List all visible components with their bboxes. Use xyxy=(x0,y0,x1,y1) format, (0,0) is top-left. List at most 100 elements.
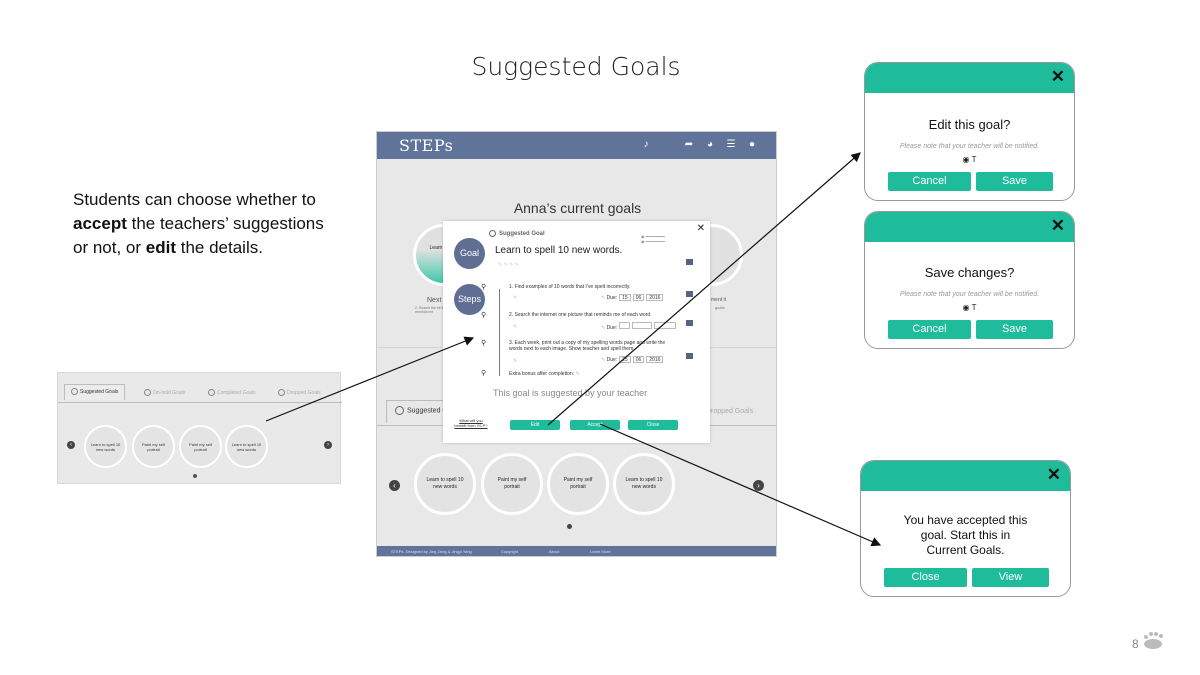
play-icon xyxy=(489,230,496,237)
eye-icon: ◉ xyxy=(962,303,970,312)
goal-text[interactable]: Learn to spell 10 new words. xyxy=(495,245,622,256)
goal-circle[interactable]: Paint my self portrait xyxy=(547,453,609,515)
save-button[interactable]: Save xyxy=(976,320,1053,339)
right-text: ment it xyxy=(711,297,727,303)
comment-icon[interactable] xyxy=(686,353,693,359)
close-icon[interactable]: ✕ xyxy=(697,223,705,234)
tab-label: Completed Goals xyxy=(217,389,256,396)
due-day[interactable]: 25 xyxy=(619,356,631,363)
goal-circle[interactable]: Learn to spell 10 new words xyxy=(414,453,476,515)
view-button[interactable]: View xyxy=(972,568,1049,587)
due-date[interactable]: ✎ Due: xyxy=(601,322,677,331)
due-year[interactable]: 2016 xyxy=(646,294,664,301)
goal-circle[interactable]: Paint my self portrait xyxy=(179,425,222,468)
goal-circle[interactable]: Learn to spell 10 new words xyxy=(613,453,675,515)
extra-bonus[interactable]: Extra bonus after completion: ✎ xyxy=(509,371,674,377)
pencil-icon[interactable]: ✎ xyxy=(575,371,579,377)
modal-label-text: Suggested Goal xyxy=(499,231,545,238)
chevron-right-icon[interactable]: › xyxy=(324,441,332,449)
chevron-right-icon[interactable]: › xyxy=(753,480,764,491)
app-header: STEPs ♪ ➦ ◕ ☰ ● xyxy=(377,132,776,159)
visibility-toggle[interactable]: ◉ T xyxy=(865,155,1074,164)
tab-on-hold-goals[interactable]: On-hold Goals xyxy=(144,389,185,396)
pencil-icon: ✎ xyxy=(601,325,606,331)
dialog-message-line2: goal. Start this in xyxy=(920,528,1011,542)
due-year[interactable] xyxy=(654,322,677,329)
tab-dropped-goals[interactable]: Dropped Goals xyxy=(278,389,321,396)
visibility-toggle[interactable]: ◉ T xyxy=(865,303,1074,312)
desc-edit: edit xyxy=(145,238,176,257)
save-button[interactable]: Save xyxy=(976,172,1053,191)
chevron-left-icon[interactable]: ‹ xyxy=(389,480,400,491)
pencil-icon[interactable]: ✎ xyxy=(513,295,517,301)
pagination-dot[interactable] xyxy=(193,474,197,478)
edit-button[interactable]: Edit xyxy=(510,420,560,430)
goal-circle[interactable]: Learn to spell 10 new words xyxy=(225,425,268,468)
footer-credit: STEPs. Designed by Jing Zeng & Jingyi Ya… xyxy=(391,549,472,554)
goal-circle[interactable]: Learn to spell 10 new words xyxy=(84,425,127,468)
x-icon xyxy=(278,389,285,396)
goal-circle[interactable]: Paint my self portrait xyxy=(132,425,175,468)
cancel-button[interactable]: Cancel xyxy=(888,172,971,191)
dialog-message-line3: Current Goals. xyxy=(926,543,1005,557)
chevron-left-icon[interactable]: ‹ xyxy=(67,441,75,449)
tab-dropped-goals[interactable]: Dropped Goals xyxy=(706,408,753,415)
comment-icon[interactable] xyxy=(686,291,693,297)
goal-circle[interactable]: Paint my self portrait xyxy=(481,453,543,515)
accept-button[interactable]: Accept xyxy=(570,420,620,430)
comment-icon[interactable] xyxy=(686,320,693,326)
desc-accept: accept xyxy=(73,214,127,233)
cancel-button[interactable]: Cancel xyxy=(888,320,971,339)
user-icon[interactable]: ● xyxy=(746,139,758,151)
visibility-toggles[interactable]: ◉ ━━━━━━━━ ◉ ━━━━━━━━ xyxy=(641,234,665,244)
tab-completed-goals[interactable]: Completed Goals xyxy=(208,389,256,396)
close-button[interactable]: Close xyxy=(628,420,678,430)
dialog-note: Please note that your teacher will be no… xyxy=(899,143,1040,150)
pie-chart-icon[interactable]: ◕ xyxy=(704,139,716,151)
bell-icon[interactable]: ♪ xyxy=(640,139,652,151)
step-text[interactable]: 3. Each week, print out a copy of my spe… xyxy=(509,340,674,352)
pagination-dot[interactable] xyxy=(567,524,572,529)
close-icon[interactable]: ✕ xyxy=(1051,216,1065,236)
pin-icon: ⚲ xyxy=(481,370,487,377)
due-month[interactable] xyxy=(632,322,653,329)
tab-suggested-goals[interactable]: Suggested Goals xyxy=(64,384,126,400)
next-step-text: Next xyxy=(427,297,442,304)
due-date[interactable]: ✎ Due: 25 06 2016 xyxy=(601,356,664,363)
step-text[interactable]: 1. Find examples of 10 words that I’ve s… xyxy=(509,284,674,290)
dialog-note: Please note that your teacher will be no… xyxy=(899,291,1040,298)
eye-icon: ◉ xyxy=(962,155,970,164)
pin-icon: ⚲ xyxy=(481,312,487,319)
footer-learn-more-link[interactable]: Learn More xyxy=(590,549,610,554)
desc-text: Students can choose whether to xyxy=(73,190,316,209)
pencil-icon[interactable]: ✎ ✎ ✎ ✎ xyxy=(498,262,519,268)
comment-icon[interactable] xyxy=(686,259,693,265)
share-icon[interactable]: ➦ xyxy=(683,139,695,151)
thumbnail-tabs: Suggested Goals On-hold Goals Completed … xyxy=(58,384,342,403)
pencil-icon[interactable]: ✎ xyxy=(513,324,517,330)
benefit-link[interactable]: What will you benefit from IYLP? xyxy=(453,418,489,428)
footer-copyright-link[interactable]: Copyright xyxy=(501,549,518,554)
close-button[interactable]: Close xyxy=(884,568,967,587)
close-icon[interactable]: ✕ xyxy=(1051,67,1065,87)
step-text[interactable]: 2. Search the internet one picture that … xyxy=(509,312,674,318)
app-logo[interactable]: STEPs xyxy=(399,136,453,155)
due-month[interactable]: 06 xyxy=(632,294,645,301)
due-year[interactable]: 2016 xyxy=(646,356,664,363)
due-date[interactable]: ✎ Due: 15 06 2016 xyxy=(601,294,664,301)
slide-description: Students can choose whether to accept th… xyxy=(73,188,333,260)
due-day[interactable]: 15 xyxy=(619,294,631,301)
pin-icon: ⚲ xyxy=(481,340,487,347)
footer-about-link[interactable]: About xyxy=(549,549,559,554)
close-icon[interactable]: ✕ xyxy=(1047,465,1061,485)
dialog-title: Save changes? xyxy=(924,265,1015,280)
goal-bubble: Goal xyxy=(454,238,485,269)
edit-goal-dialog: ✕ Edit this goal? Please note that your … xyxy=(864,62,1075,201)
due-month[interactable]: 06 xyxy=(632,356,645,363)
due-day[interactable] xyxy=(619,322,631,329)
pin-icon: ⚲ xyxy=(481,284,487,291)
pencil-icon[interactable]: ✎ xyxy=(513,358,517,364)
list-icon[interactable]: ☰ xyxy=(725,139,737,151)
page-heading: Anna’s current goals xyxy=(513,200,642,216)
play-icon xyxy=(395,406,404,415)
